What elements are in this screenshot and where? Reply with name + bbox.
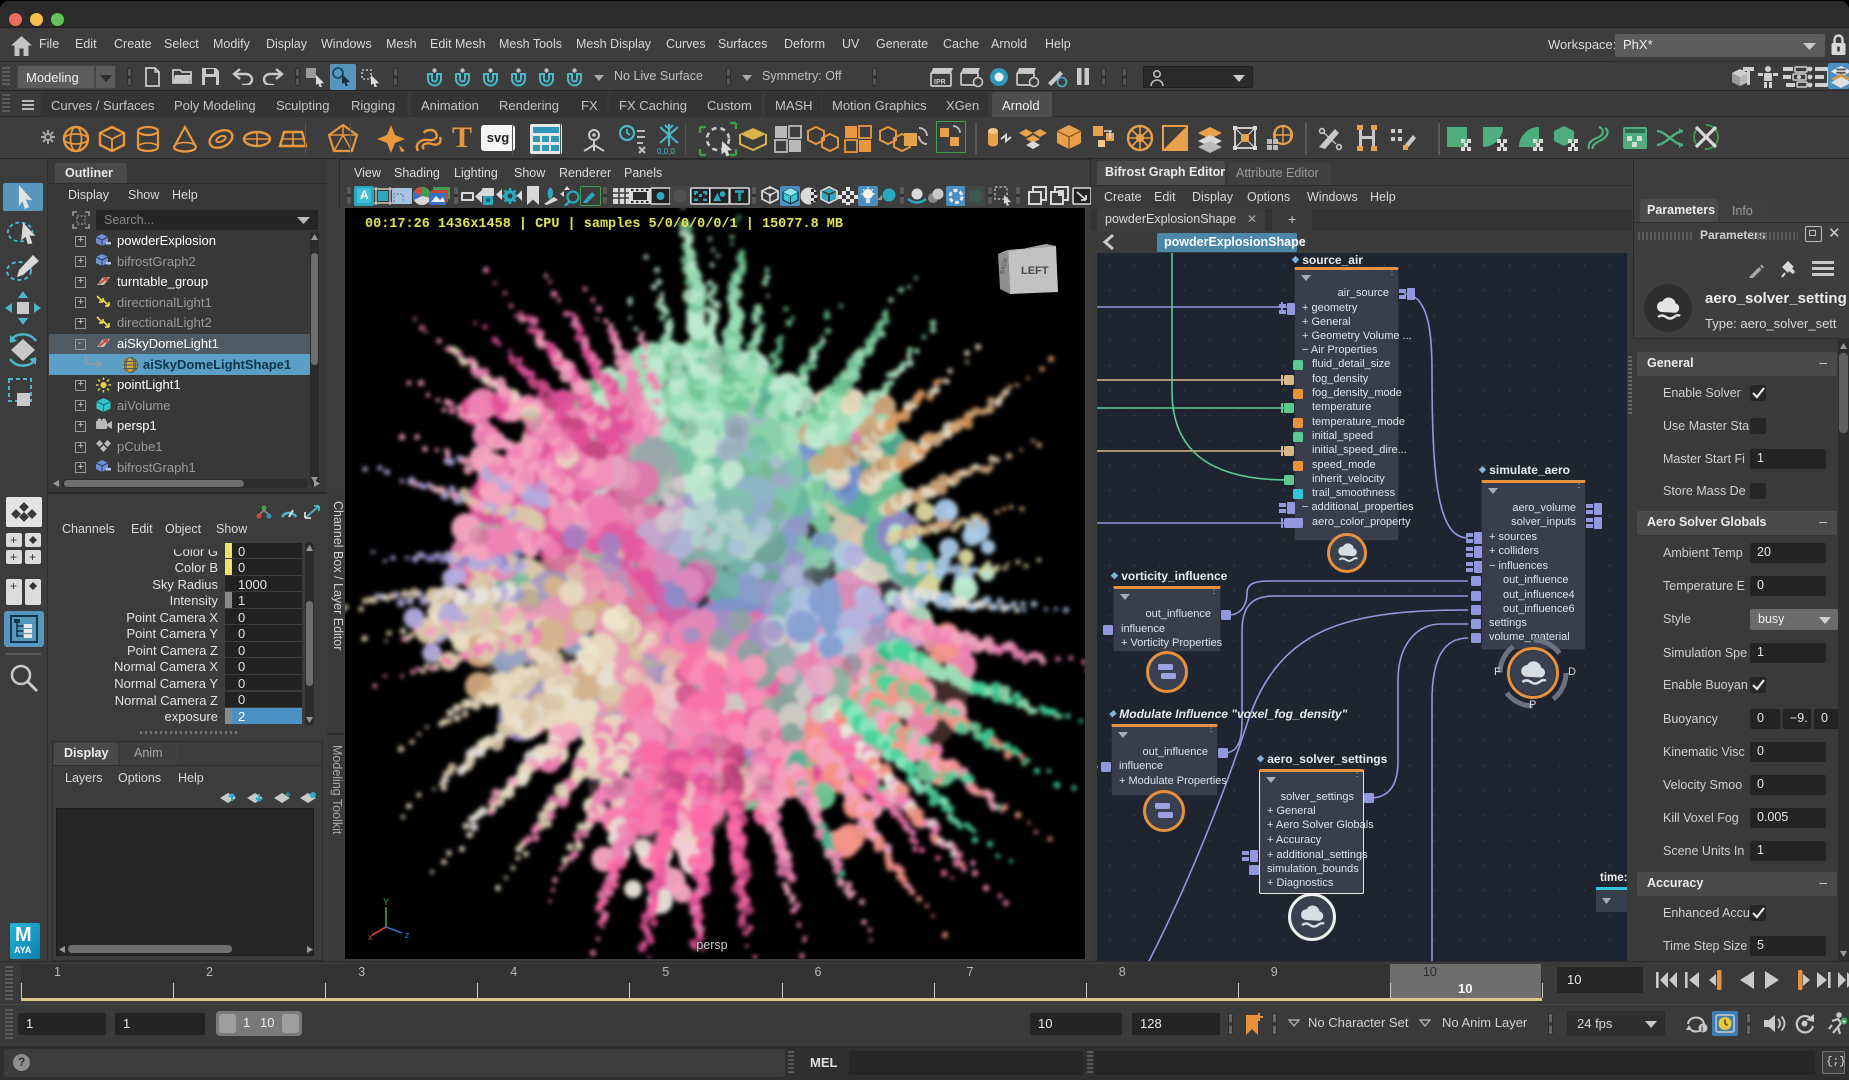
svg-text:Y: Y — [383, 897, 389, 907]
svg-text:LEFT: LEFT — [1021, 265, 1049, 277]
svg-text:z: z — [405, 930, 410, 940]
svg-text:i: i — [1701, 1025, 1703, 1034]
svg-text:+: + — [285, 790, 291, 801]
svg-text:IPR: IPR — [934, 79, 946, 86]
svg-text:+: + — [1842, 1019, 1846, 1026]
svg-text:x: x — [368, 932, 373, 941]
svg-text:0,0,0: 0,0,0 — [657, 147, 675, 155]
